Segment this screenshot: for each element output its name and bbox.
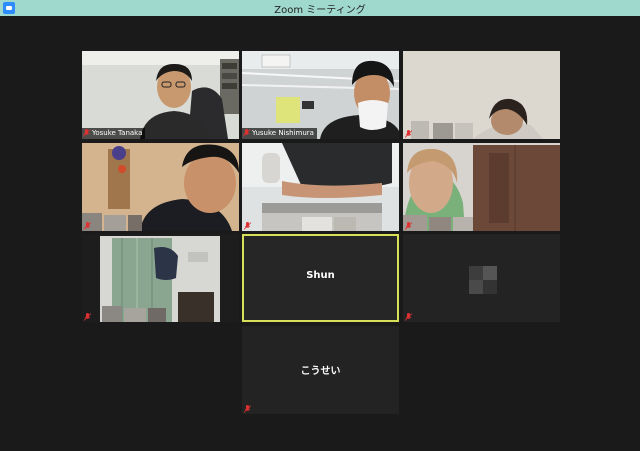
muted-mic-icon bbox=[405, 222, 412, 230]
video-tile-yosuke-tanaka[interactable]: Yosuke Tanaka bbox=[82, 51, 239, 139]
video-tile-participant-4[interactable] bbox=[82, 143, 239, 231]
video-tile-participant-5[interactable] bbox=[242, 143, 399, 231]
muted-mic-icon bbox=[405, 130, 412, 138]
gallery-view: Yosuke Tanaka Yusuke Nishimura Shun こうせい bbox=[0, 16, 640, 451]
video-tile-shun-active-speaker[interactable]: Shun bbox=[242, 234, 399, 322]
window-title: Zoom ミーティング bbox=[274, 5, 366, 16]
blurred-avatar bbox=[469, 280, 483, 294]
video-feed bbox=[242, 143, 399, 231]
video-feed bbox=[82, 51, 239, 139]
muted-mic-icon bbox=[84, 313, 91, 321]
video-feed bbox=[403, 51, 560, 139]
blurred-avatar bbox=[483, 266, 497, 280]
blurred-avatar bbox=[483, 280, 497, 294]
muted-mic-icon bbox=[405, 313, 412, 321]
video-feed bbox=[403, 143, 560, 231]
video-tile-participant-9[interactable] bbox=[403, 234, 560, 322]
video-feed bbox=[82, 234, 239, 322]
video-tile-participant-3[interactable] bbox=[403, 51, 560, 139]
video-feed bbox=[242, 51, 399, 139]
video-tile-kousei[interactable]: こうせい bbox=[242, 326, 399, 414]
muted-mic-icon bbox=[244, 405, 251, 413]
muted-mic-icon bbox=[243, 129, 250, 137]
video-tile-participant-7[interactable] bbox=[82, 234, 239, 322]
video-tile-participant-6[interactable] bbox=[403, 143, 560, 231]
video-feed bbox=[82, 143, 239, 231]
muted-mic-icon bbox=[244, 222, 251, 230]
muted-mic-icon bbox=[84, 222, 91, 230]
participant-name: こうせい bbox=[300, 366, 341, 377]
video-tile-yusuke-nishimura[interactable]: Yusuke Nishimura bbox=[242, 51, 399, 139]
muted-mic-icon bbox=[83, 129, 90, 137]
participant-name-label: Yosuke Tanaka bbox=[82, 128, 146, 139]
participant-name-label: Yusuke Nishimura bbox=[242, 128, 317, 139]
blurred-avatar bbox=[469, 266, 483, 280]
title-bar: Zoom ミーティング bbox=[0, 0, 640, 16]
participant-name: Shun bbox=[306, 270, 335, 281]
